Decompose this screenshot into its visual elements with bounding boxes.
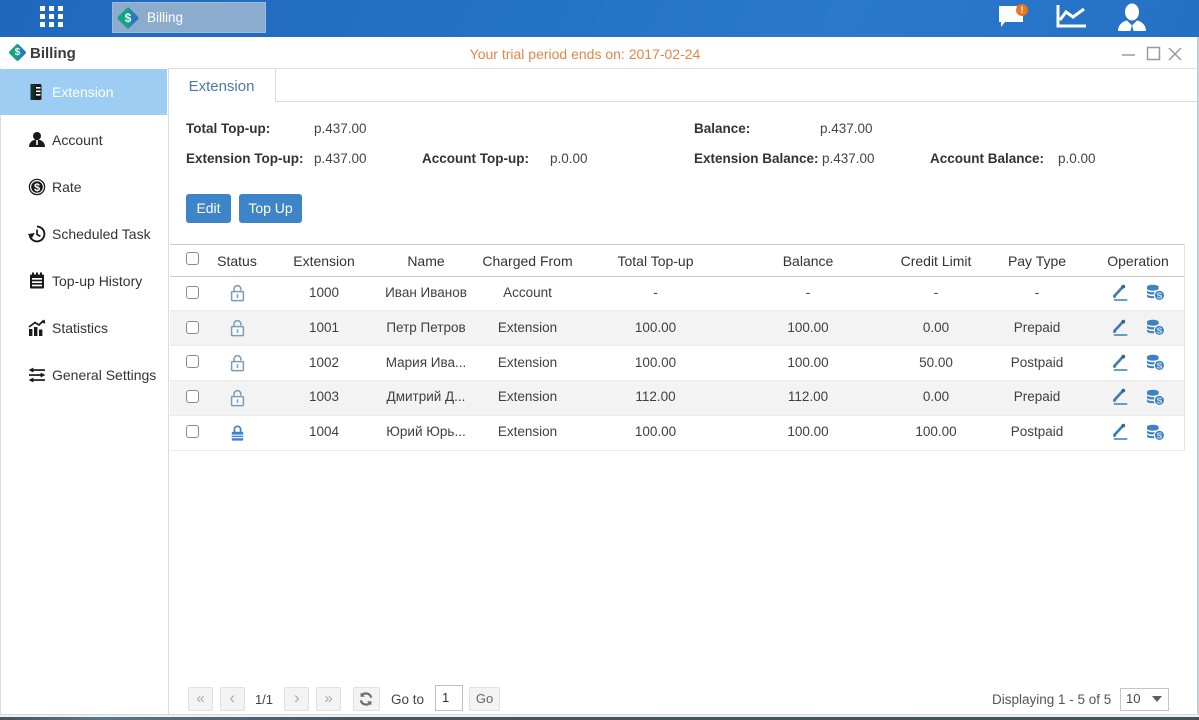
svg-text:!: ! (1021, 5, 1024, 15)
svg-text:S: S (1156, 360, 1162, 370)
svg-text:$: $ (34, 182, 40, 194)
svg-text:S: S (1156, 291, 1162, 301)
svg-text:S: S (1156, 430, 1162, 440)
svg-text:S: S (1156, 326, 1162, 336)
svg-text:S: S (1156, 395, 1162, 405)
